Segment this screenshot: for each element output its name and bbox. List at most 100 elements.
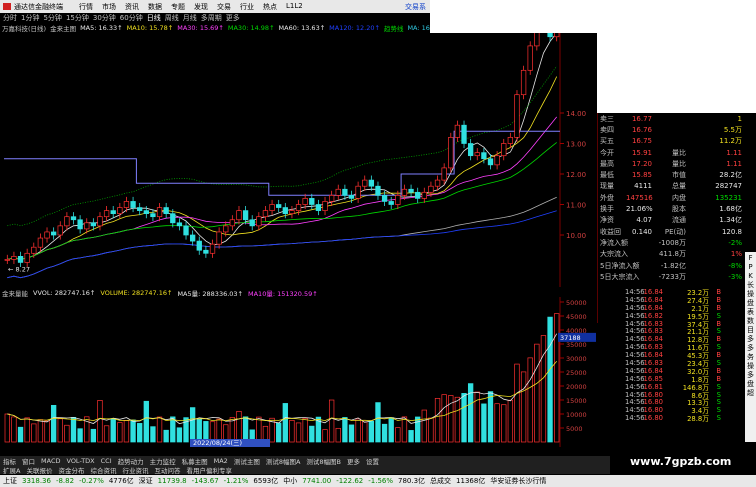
main-menu: 行情 市场 资讯 数据 专题 发现 交易 行业 热点 L1L2 bbox=[79, 2, 303, 12]
quote-row: 现量 4111 总量 282747 bbox=[598, 181, 756, 192]
info-tab[interactable]: 看用户偏利专享 bbox=[186, 465, 232, 475]
period-tab[interactable]: 15分钟 bbox=[66, 13, 89, 23]
menu-item[interactable]: 发现 bbox=[194, 2, 208, 12]
quote-value: 4111 bbox=[634, 182, 652, 191]
toolbar-button[interactable]: 务 bbox=[747, 353, 754, 362]
period-tab[interactable]: 30分钟 bbox=[93, 13, 116, 23]
toolbar-button[interactable]: K bbox=[748, 272, 753, 281]
status-item: 6593亿 bbox=[253, 477, 279, 485]
quote-label-2: 市值 bbox=[672, 171, 686, 180]
quote-value-2: 1.11 bbox=[726, 159, 742, 168]
indicator-tab[interactable]: 测试主图 bbox=[234, 456, 260, 466]
indicator-tab[interactable]: 测试8幅图B bbox=[306, 456, 341, 466]
axis-label: 12.00 bbox=[566, 171, 586, 179]
toolbar-button[interactable]: P bbox=[748, 263, 752, 272]
tick-direction: B bbox=[716, 303, 721, 312]
period-tab[interactable]: 月线 bbox=[183, 13, 197, 23]
menu-item[interactable]: 热点 bbox=[263, 2, 277, 12]
toolbar-button[interactable]: 盘 bbox=[747, 380, 754, 389]
period-tab[interactable]: 周线 bbox=[165, 13, 179, 23]
ma-legend-item: 金来主图 bbox=[50, 25, 77, 33]
tick-direction: S bbox=[716, 390, 721, 399]
quote-label-2: PE(动) bbox=[664, 227, 686, 236]
menu-item[interactable]: 交易 bbox=[217, 2, 231, 12]
period-tab[interactable]: 1分钟 bbox=[21, 13, 39, 23]
info-tab[interactable]: 扩展A bbox=[3, 465, 20, 475]
period-tab[interactable]: 分时 bbox=[3, 13, 17, 23]
menu-item[interactable]: 数据 bbox=[148, 2, 162, 12]
volume-bar bbox=[150, 426, 156, 443]
quote-label-2: 411.8万 bbox=[658, 250, 686, 259]
quote-label: 卖四 bbox=[600, 125, 614, 134]
toolbar-button[interactable]: 操 bbox=[747, 290, 754, 299]
toolbar-button[interactable]: 多 bbox=[747, 371, 754, 380]
tick-direction: B bbox=[716, 374, 721, 383]
axis-label: 11.00 bbox=[566, 202, 586, 210]
price-chart[interactable]: 14.00 13.00 12.00 11.00 10.00 ← 8.27 bbox=[0, 33, 597, 287]
volume-bar bbox=[547, 316, 553, 443]
period-tab[interactable]: 更多 bbox=[226, 13, 240, 23]
volume-bar bbox=[428, 417, 434, 443]
info-tab[interactable]: 关联报价 bbox=[26, 465, 52, 475]
toolbar-button[interactable]: 目 bbox=[747, 326, 754, 335]
tick-time: 14:56 bbox=[625, 351, 645, 360]
info-tab[interactable]: 行业资讯 bbox=[122, 465, 148, 475]
volume-axis-label: 25000 bbox=[566, 369, 587, 377]
toolbar-button[interactable]: 超 bbox=[747, 389, 754, 398]
quote-label: 最低 bbox=[600, 171, 614, 180]
toolbar-button[interactable]: 操 bbox=[747, 362, 754, 371]
volume-bar bbox=[461, 393, 467, 443]
tick-time: 14:56 bbox=[625, 287, 645, 296]
ma-legend-item: MA: 16.33↑ bbox=[407, 24, 430, 32]
period-tab[interactable]: 60分钟 bbox=[120, 13, 143, 23]
indicator-tab[interactable]: 更多 bbox=[347, 456, 360, 466]
status-item: 11739.8 bbox=[157, 477, 187, 485]
menu-item[interactable]: 行业 bbox=[240, 2, 254, 12]
menu-item[interactable]: 市场 bbox=[102, 2, 116, 12]
trade-button[interactable]: 交易系 bbox=[405, 2, 426, 12]
period-tab[interactable]: 5分钟 bbox=[43, 13, 61, 23]
tick-volume: 28.8万 bbox=[687, 415, 709, 424]
menu-item[interactable]: 资讯 bbox=[125, 2, 139, 12]
volume-bar bbox=[163, 429, 169, 443]
volume-bar bbox=[395, 427, 401, 443]
menu-item[interactable]: 行情 bbox=[79, 2, 93, 12]
menu-item[interactable]: L1L2 bbox=[286, 2, 303, 12]
ma-legend-item: MA60: 13.63↑ bbox=[278, 24, 326, 32]
quote-label: 现量 bbox=[600, 182, 614, 191]
toolbar-button[interactable]: F bbox=[748, 254, 752, 263]
quote-value-2: -2% bbox=[728, 238, 742, 247]
toolbar-button[interactable]: 数 bbox=[747, 317, 754, 326]
indicator-tab[interactable]: 设置 bbox=[366, 456, 379, 466]
volume-bar bbox=[37, 419, 44, 443]
volume-bar bbox=[520, 371, 527, 443]
volume-bar bbox=[176, 427, 183, 443]
toolbar-button[interactable]: 多 bbox=[747, 344, 754, 353]
ma-legend-item: MA5: 16.33↑ bbox=[80, 24, 123, 32]
indicator-tab[interactable]: VOL-TDX bbox=[66, 457, 94, 465]
tick-price: 16.83 bbox=[643, 319, 663, 328]
indicator-tab[interactable]: MA2 bbox=[214, 457, 228, 465]
volume-axis-label: 45000 bbox=[566, 313, 587, 321]
volume-bar bbox=[97, 400, 103, 443]
toolbar-button[interactable]: 多 bbox=[747, 335, 754, 344]
volume-axis-label: 50000 bbox=[566, 299, 587, 307]
tick-time: 14:56 bbox=[625, 382, 645, 391]
period-tab[interactable]: 多周期 bbox=[201, 13, 222, 23]
indicator-tab[interactable]: CCI bbox=[101, 457, 112, 465]
quote-row: 卖四 16.76 5.5万 bbox=[598, 124, 756, 135]
toolbar-button[interactable]: 盘 bbox=[747, 299, 754, 308]
info-tab[interactable]: 资金分布 bbox=[58, 465, 84, 475]
indicator-tab[interactable]: MACD bbox=[41, 457, 60, 465]
volume-bar bbox=[362, 421, 368, 443]
quote-label: 今开 bbox=[600, 148, 614, 157]
info-tab[interactable]: 综合资讯 bbox=[90, 465, 116, 475]
quote-row: 换手 21.06% 股本 1.68亿 bbox=[598, 203, 756, 214]
period-tab[interactable]: 日线 bbox=[147, 13, 161, 23]
toolbar-button[interactable]: 表 bbox=[747, 308, 754, 317]
toolbar-button[interactable]: 长 bbox=[747, 281, 754, 290]
menu-item[interactable]: 专题 bbox=[171, 2, 185, 12]
volume-chart[interactable]: 5000045000400003500030000250002000015000… bbox=[0, 297, 597, 447]
indicator-tab[interactable]: 测试8幅图A bbox=[266, 456, 301, 466]
info-tab[interactable]: 互动问答 bbox=[154, 465, 180, 475]
